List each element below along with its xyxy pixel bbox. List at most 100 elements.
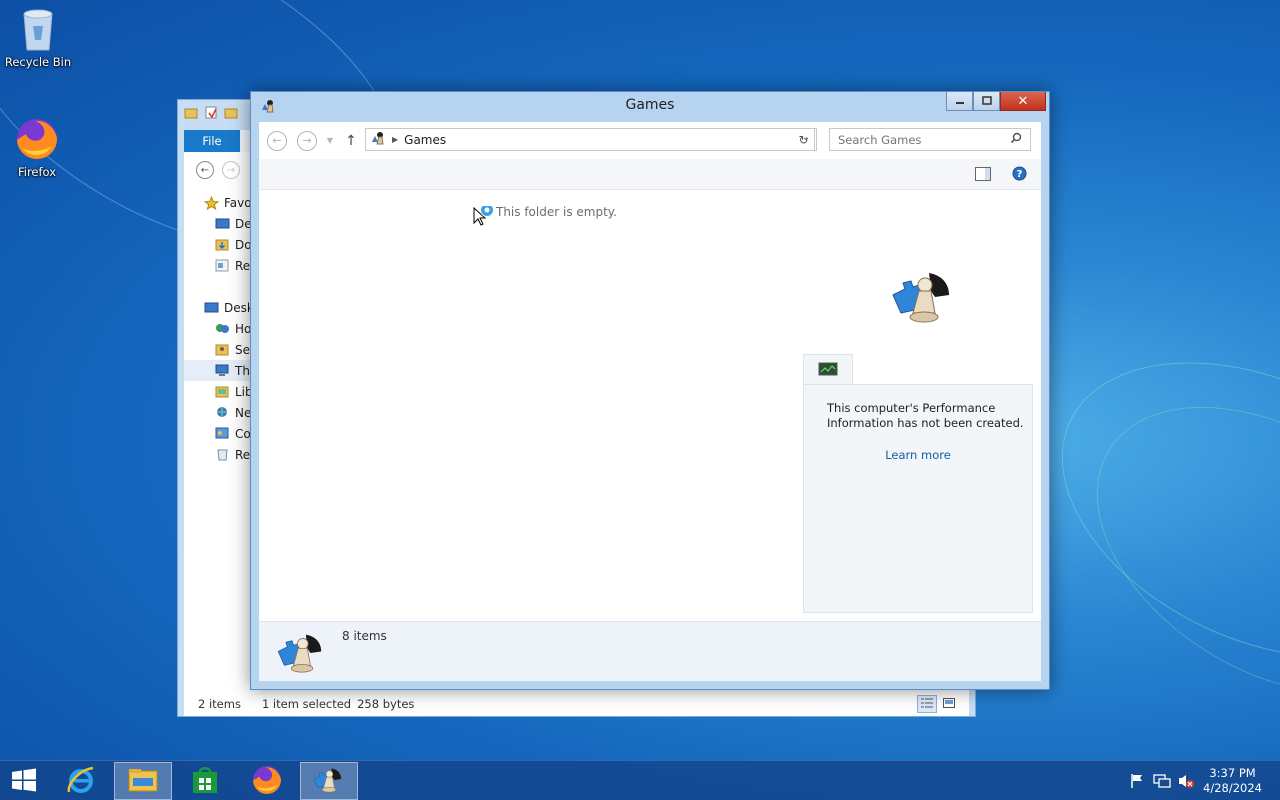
arrow-left-icon: ←	[200, 164, 210, 176]
restore-icon	[981, 95, 992, 108]
svg-text:?: ?	[1017, 169, 1023, 180]
taskbar-games[interactable]	[300, 762, 358, 800]
star-icon	[203, 195, 220, 211]
user-folder-icon	[215, 343, 230, 356]
status-selection: 1 item selected	[261, 697, 352, 711]
tree-item-this-pc[interactable]: Th	[184, 360, 254, 381]
arrow-right-icon: →	[226, 164, 236, 176]
recent-locations-button[interactable]: ▼	[323, 136, 337, 145]
busy-cursor-icon	[472, 203, 498, 235]
breadcrumb-games[interactable]: Games	[404, 133, 446, 147]
refresh-icon: ↻	[798, 132, 809, 147]
taskbar: 3:37 PM 4/28/2024	[0, 760, 1280, 800]
status-size: 258 bytes	[357, 697, 415, 711]
up-button[interactable]: ↑	[343, 133, 359, 149]
arrow-right-icon: →	[302, 134, 312, 147]
back-button[interactable]: ←	[267, 130, 287, 151]
recycle-bin-icon	[15, 6, 61, 52]
games-titlebar[interactable]: Games ✕	[251, 92, 1049, 121]
details-pane: 8 items	[259, 621, 1041, 681]
games-window[interactable]: Games ✕ ← → ▼ ↑ ▶ Games ⌄ ↻ Search Games…	[250, 91, 1050, 690]
network-icon	[215, 406, 230, 419]
properties-icon[interactable]	[204, 106, 218, 122]
file-explorer-icon	[127, 766, 159, 797]
tree-item-favorites[interactable]: Favo	[184, 192, 254, 213]
tree-item-libraries[interactable]: Lib	[184, 381, 254, 402]
tree-item-desktop[interactable]: De	[184, 213, 254, 234]
firefox-icon	[251, 764, 283, 799]
recent-places-icon	[215, 259, 230, 272]
start-button[interactable]	[0, 762, 48, 800]
details-view-button[interactable]	[917, 695, 937, 713]
preview-pane-button[interactable]	[975, 167, 991, 184]
downloads-icon	[215, 238, 230, 251]
new-folder-icon[interactable]	[224, 107, 238, 122]
maximize-button[interactable]	[973, 92, 1000, 111]
firefox-label: Firefox	[17, 165, 57, 179]
games-location-icon	[370, 130, 386, 149]
preview-pane-icon	[975, 167, 991, 184]
forward-button[interactable]: →	[297, 130, 317, 151]
performance-monitor-icon	[818, 362, 838, 379]
command-bar: ?	[259, 159, 1041, 190]
firefox-icon	[14, 116, 60, 162]
games-details-icon	[275, 630, 329, 679]
internet-explorer-icon	[65, 764, 97, 799]
this-pc-icon	[215, 364, 230, 377]
help-button[interactable]: ?	[1012, 166, 1027, 184]
file-tab[interactable]: File	[184, 130, 240, 152]
search-icon[interactable]	[1010, 132, 1022, 147]
address-bar[interactable]: ▶ Games ⌄	[365, 128, 817, 151]
tree-item-recent-places[interactable]: Re	[184, 255, 254, 276]
help-icon: ?	[1012, 166, 1027, 184]
search-input[interactable]	[838, 132, 998, 147]
taskbar-internet-explorer[interactable]	[52, 762, 110, 800]
chevron-down-icon: ▼	[326, 136, 334, 145]
desktop-icon	[204, 301, 219, 314]
large-icons-view-button[interactable]	[939, 695, 959, 713]
taskbar-file-explorer[interactable]	[114, 762, 172, 800]
details-view-icon	[921, 697, 933, 711]
taskbar-clock[interactable]: 3:37 PM 4/28/2024	[1203, 766, 1262, 796]
refresh-button[interactable]: ↻	[793, 128, 815, 151]
learn-more-link[interactable]: Learn more	[804, 448, 1032, 462]
window-title: Games	[625, 97, 675, 113]
minimize-button[interactable]	[946, 92, 973, 111]
start-icon	[11, 768, 37, 795]
tree-item-control-panel[interactable]: Co	[184, 423, 254, 444]
tree-item-user[interactable]: Sel	[184, 339, 254, 360]
store-icon	[191, 765, 219, 798]
close-button[interactable]: ✕	[1000, 92, 1046, 111]
search-box[interactable]	[829, 128, 1031, 151]
tree-item-downloads[interactable]: Do	[184, 234, 254, 255]
action-center-flag-icon[interactable]	[1128, 773, 1146, 789]
recycle-bin-icon	[215, 448, 230, 461]
desktop-icon-recycle-bin[interactable]: Recycle Bin	[0, 6, 76, 69]
back-button[interactable]: ←	[196, 161, 214, 179]
clock-time: 3:37 PM	[1209, 766, 1256, 780]
games-icon	[312, 765, 346, 798]
libraries-icon	[215, 385, 230, 398]
tree-item-desktop-root[interactable]: Desk	[184, 297, 254, 318]
tree-item-homegroup[interactable]: Ho	[184, 318, 254, 339]
volume-muted-icon[interactable]	[1177, 773, 1195, 789]
performance-tab[interactable]	[803, 354, 853, 385]
taskbar-firefox[interactable]	[238, 762, 296, 800]
status-item-count: 2 items	[198, 697, 241, 711]
control-panel-icon	[215, 427, 230, 440]
desktop-icon	[215, 217, 230, 230]
forward-button[interactable]: →	[222, 161, 240, 179]
taskbar-store[interactable]	[176, 762, 234, 800]
clock-date: 4/28/2024	[1203, 781, 1262, 795]
network-tray-icon[interactable]	[1153, 773, 1171, 789]
desktop-icon-firefox[interactable]: Firefox	[0, 116, 75, 179]
homegroup-icon	[215, 322, 230, 335]
performance-message: This computer's Performance Information …	[827, 401, 1024, 430]
folder-icon	[184, 107, 198, 122]
large-icons-view-icon	[943, 697, 955, 711]
navigation-pane: Favo De Do Re Desk Ho Sel Th Lib Ne Co R…	[184, 192, 254, 465]
tree-item-recycle-bin[interactable]: Re	[184, 444, 254, 465]
tree-item-network[interactable]: Ne	[184, 402, 254, 423]
empty-folder-message: This folder is empty.	[496, 205, 617, 219]
item-count: 8 items	[342, 629, 387, 643]
